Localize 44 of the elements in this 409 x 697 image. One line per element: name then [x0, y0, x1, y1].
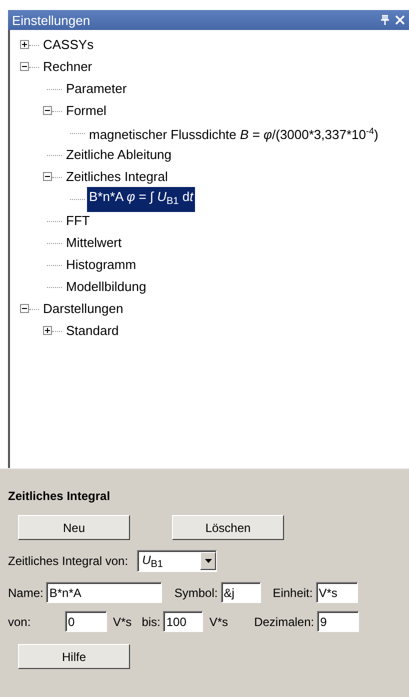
- tree-item[interactable]: B*n*A φ = ∫ U$_{B1}$ dt: [87, 186, 196, 212]
- field-label: Symbol:: [174, 586, 218, 600]
- to-field[interactable]: 100: [163, 611, 204, 632]
- tree-item[interactable]: Zeitliches Integral: [64, 167, 170, 187]
- expand-icon[interactable]: [43, 326, 52, 335]
- caret-icon: [204, 559, 212, 563]
- collapse-icon[interactable]: [43, 106, 52, 115]
- collapse-icon[interactable]: [43, 172, 52, 181]
- tree-item[interactable]: Rechner: [41, 57, 94, 77]
- tree-item[interactable]: Standard: [64, 321, 121, 341]
- field-label: Zeitliches Integral von:: [8, 554, 128, 568]
- tree-item[interactable]: Formel: [64, 101, 108, 121]
- close-icon[interactable]: [395, 15, 405, 25]
- help-button[interactable]: Hilfe: [18, 644, 130, 669]
- from-field[interactable]: 0: [65, 611, 107, 632]
- tree-item[interactable]: Darstellungen: [41, 299, 126, 319]
- new-button[interactable]: Neu: [18, 515, 130, 540]
- unit-field[interactable]: V*s: [316, 582, 358, 603]
- field-label: bis:: [142, 614, 160, 628]
- section-title: Zeitliches Integral: [8, 489, 112, 503]
- name-field[interactable]: B*n*A: [46, 582, 162, 603]
- decimals-field[interactable]: 9: [317, 611, 360, 632]
- tree-item[interactable]: Mittelwert: [64, 233, 124, 253]
- source-dropdown[interactable]: U$_{B1}$: [137, 550, 218, 572]
- field-label: Dezimalen:: [254, 614, 314, 628]
- delete-button[interactable]: Löschen: [172, 515, 284, 540]
- tree-item[interactable]: Modellbildung: [64, 277, 148, 297]
- collapse-icon[interactable]: [20, 304, 29, 313]
- field-label: Einheit:: [272, 586, 313, 600]
- tree-item[interactable]: Zeitliche Ableitung: [64, 145, 174, 165]
- tree-item[interactable]: Parameter: [64, 79, 129, 99]
- collapse-icon[interactable]: [20, 62, 29, 71]
- tree-item[interactable]: magnetischer Flussdichte B = φ/(3000*3,337*10$^{-4}$): [87, 121, 380, 145]
- field-label: von:: [8, 614, 32, 628]
- expand-icon[interactable]: [20, 40, 29, 49]
- window-title: Einstellungen: [12, 12, 92, 28]
- field-label: Name:: [8, 586, 44, 600]
- tree-item[interactable]: Histogramm: [64, 255, 138, 275]
- pin-icon[interactable]: [381, 15, 389, 25]
- tree-item[interactable]: CASSYs: [41, 35, 96, 55]
- symbol-field[interactable]: &j: [220, 582, 261, 603]
- tree-item[interactable]: FFT: [64, 211, 92, 231]
- unit-label: V*s: [209, 614, 228, 628]
- unit-label: V*s: [113, 614, 132, 628]
